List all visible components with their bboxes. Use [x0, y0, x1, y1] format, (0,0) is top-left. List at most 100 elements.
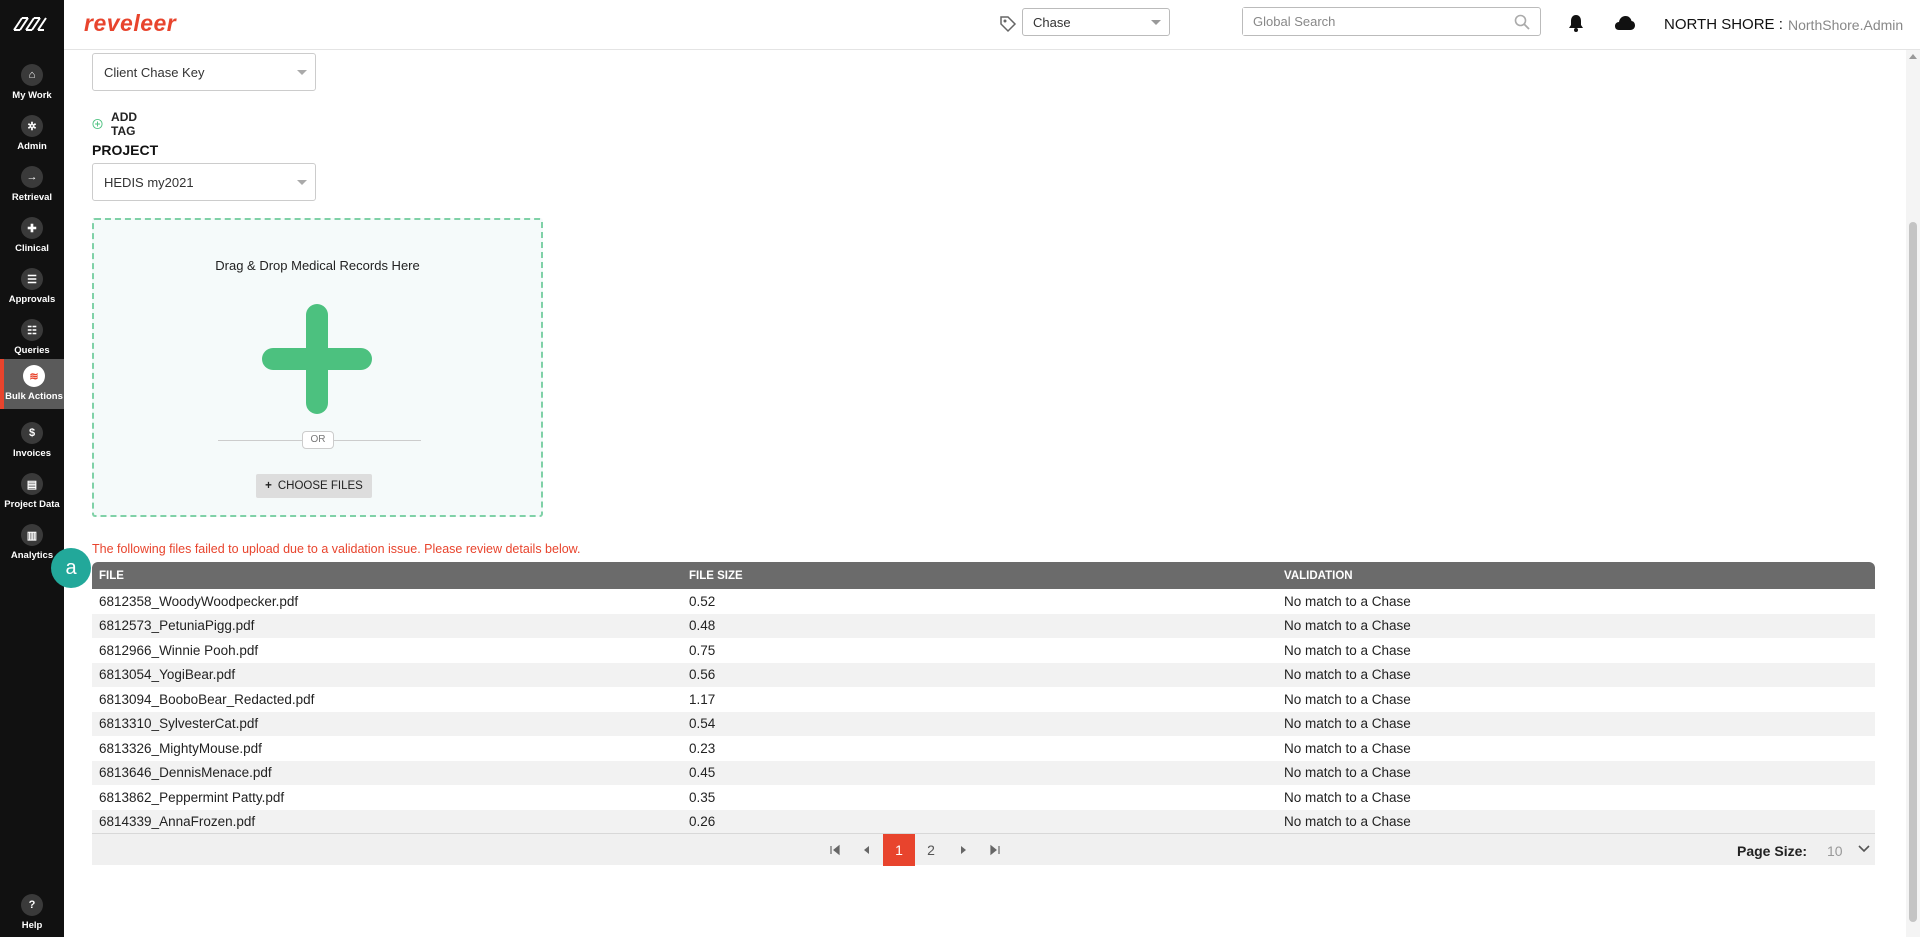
- first-page-icon[interactable]: [825, 840, 845, 860]
- add-tag-label: ADD TAG: [111, 110, 138, 138]
- file-size-cell: 0.23: [689, 740, 716, 756]
- sidebar-item-project-data[interactable]: ▤ Project Data: [0, 467, 64, 517]
- page-2-button[interactable]: 2: [915, 834, 947, 866]
- sidebar-item-my-work[interactable]: ⌂ My Work: [0, 58, 64, 108]
- folder-icon: ▤: [21, 473, 43, 495]
- validation-cell: No match to a Chase: [1284, 814, 1411, 830]
- sidebar-item-label: Queries: [14, 345, 50, 356]
- sidebar-item-approvals[interactable]: ☰ Approvals: [0, 262, 64, 312]
- add-circle-icon: [92, 118, 103, 130]
- table-row: 6813862_Peppermint Patty.pdf 0.35 No match…: [92, 785, 1875, 810]
- chevron-down-icon[interactable]: [1858, 844, 1870, 854]
- file-size-cell: 1.17: [689, 691, 716, 707]
- global-search: [1242, 7, 1541, 36]
- sidebar-item-label: Analytics: [10, 550, 54, 561]
- page-1-button[interactable]: 1: [883, 834, 915, 866]
- validation-cell: No match to a Chase: [1284, 765, 1411, 781]
- cloud-icon[interactable]: [1614, 15, 1636, 31]
- page-size-value[interactable]: 10: [1827, 843, 1843, 859]
- scroll-up-icon[interactable]: [1909, 54, 1917, 59]
- file-size-cell: 0.48: [689, 618, 716, 634]
- validation-cell: No match to a Chase: [1284, 593, 1411, 609]
- sidebar-item-label: Retrieval: [11, 192, 53, 203]
- table-row: 6813326_MightyMouse.pdf 0.23 No match to a…: [92, 736, 1875, 761]
- file-size-cell: 0.45: [689, 765, 716, 781]
- sidebar-item-label: Admin: [17, 141, 47, 152]
- last-page-icon[interactable]: [985, 840, 1005, 860]
- table-row: 6812358_WoodyWoodpecker.pdf 0.52 No match …: [92, 589, 1875, 614]
- sidebar-item-clinical[interactable]: ✚ Clinical: [0, 211, 64, 261]
- file-size-cell: 0.56: [689, 667, 716, 683]
- app-logo-icon[interactable]: [12, 14, 52, 34]
- choose-files-label: CHOOSE FILES: [277, 480, 363, 492]
- dollar-icon: $: [21, 422, 43, 444]
- user-name[interactable]: NorthShore.Admin: [1788, 17, 1903, 33]
- search-icon[interactable]: [1514, 14, 1530, 30]
- sidebar-item-bulk-actions[interactable]: ≋ Bulk Actions: [0, 359, 64, 409]
- project-value: HEDIS my2021: [104, 175, 194, 190]
- column-header-file[interactable]: FILE: [92, 570, 687, 582]
- file-name-cell: 6813310_SylvesterCat.pdf: [99, 716, 259, 732]
- gear-icon: ✲: [21, 115, 43, 137]
- column-header-file-size[interactable]: FILE SIZE: [687, 570, 1282, 582]
- sidebar: ⌂ My Work ✲ Admin → Retrieval ✚ Clinical ☰ Approv…: [0, 0, 64, 937]
- tag-key-select[interactable]: Client Chase Key: [92, 53, 316, 91]
- sidebar-item-admin[interactable]: ✲ Admin: [0, 109, 64, 159]
- sidebar-item-label: Help: [21, 920, 43, 931]
- file-size-cell: 0.75: [689, 642, 716, 658]
- help-icon: ?: [21, 894, 43, 916]
- file-name-cell: 6814339_AnnaFrozen.pdf: [99, 814, 256, 830]
- annotation-marker: a: [51, 548, 91, 588]
- file-name-cell: 6813094_BooboBear_Redacted.pdf: [99, 691, 315, 707]
- validation-cell: No match to a Chase: [1284, 618, 1411, 634]
- table-row: 6812573_PetuniaPigg.pdf 0.48 No match to a…: [92, 613, 1875, 638]
- sidebar-item-queries[interactable]: ☷ Queries: [0, 313, 64, 363]
- prev-page-icon[interactable]: [857, 840, 877, 860]
- file-name-cell: 6812573_PetuniaPigg.pdf: [99, 618, 255, 634]
- brand-logo[interactable]: reveleer: [84, 10, 176, 37]
- file-name-cell: 6813862_Peppermint Patty.pdf: [99, 789, 285, 805]
- global-search-input[interactable]: [1243, 8, 1493, 35]
- table-row: 6812966_Winnie Pooh.pdf 0.75 No match to a…: [92, 638, 1875, 663]
- upload-error-message: The following files failed to upload due…: [92, 542, 581, 556]
- or-separator: OR: [302, 431, 334, 449]
- table-header: FILE FILE SIZE VALIDATION: [92, 562, 1875, 589]
- project-select[interactable]: HEDIS my2021: [92, 163, 316, 201]
- home-icon: ⌂: [21, 64, 43, 86]
- entity-type-select[interactable]: Chase: [1022, 8, 1170, 36]
- sidebar-item-invoices[interactable]: $ Invoices: [0, 416, 64, 466]
- file-size-cell: 0.52: [689, 593, 716, 609]
- sidebar-item-help[interactable]: ? Help: [0, 888, 64, 938]
- sidebar-item-label: Bulk Actions: [5, 391, 63, 402]
- add-tag-button[interactable]: ADD TAG: [92, 110, 144, 138]
- column-header-validation[interactable]: VALIDATION: [1282, 570, 1875, 582]
- scroll-thumb[interactable]: [1909, 222, 1917, 922]
- table-body: 6812358_WoodyWoodpecker.pdf 0.52 No match …: [92, 589, 1875, 834]
- next-page-icon[interactable]: [953, 840, 973, 860]
- plus-icon[interactable]: [262, 304, 372, 414]
- arrow-in-icon: →: [21, 166, 43, 188]
- file-dropzone[interactable]: Drag & Drop Medical Records Here OR + CH…: [92, 218, 543, 517]
- pagination-bar: 1 2 Page Size: 10: [92, 833, 1875, 866]
- chart-icon: ▥: [21, 524, 43, 546]
- clipboard-icon: ✚: [21, 217, 43, 239]
- validation-cell: No match to a Chase: [1284, 716, 1411, 732]
- bell-icon[interactable]: [1568, 14, 1584, 32]
- failed-files-table: FILE FILE SIZE VALIDATION 6812358_WoodyW…: [92, 562, 1875, 834]
- file-name-cell: 6812966_Winnie Pooh.pdf: [99, 642, 259, 658]
- table-row: 6813310_SylvesterCat.pdf 0.54 No match to …: [92, 711, 1875, 736]
- choose-files-button[interactable]: + CHOOSE FILES: [256, 474, 372, 498]
- sidebar-item-retrieval[interactable]: → Retrieval: [0, 160, 64, 210]
- file-size-cell: 0.35: [689, 789, 716, 805]
- page-scrollbar[interactable]: [1906, 50, 1920, 937]
- sidebar-item-label: Clinical: [15, 243, 49, 254]
- file-name-cell: 6813326_MightyMouse.pdf: [99, 740, 262, 756]
- chevron-down-icon: [297, 180, 307, 185]
- sidebar-item-label: My Work: [12, 90, 52, 101]
- table-row: 6813054_YogiBear.pdf 0.56 No match to a Ch…: [92, 662, 1875, 687]
- file-name-cell: 6812358_WoodyWoodpecker.pdf: [99, 593, 299, 609]
- validation-cell: No match to a Chase: [1284, 740, 1411, 756]
- file-name-cell: 6813646_DennisMenace.pdf: [99, 765, 272, 781]
- sidebar-item-label: Approvals: [8, 294, 56, 305]
- layers-icon: ≋: [23, 365, 45, 387]
